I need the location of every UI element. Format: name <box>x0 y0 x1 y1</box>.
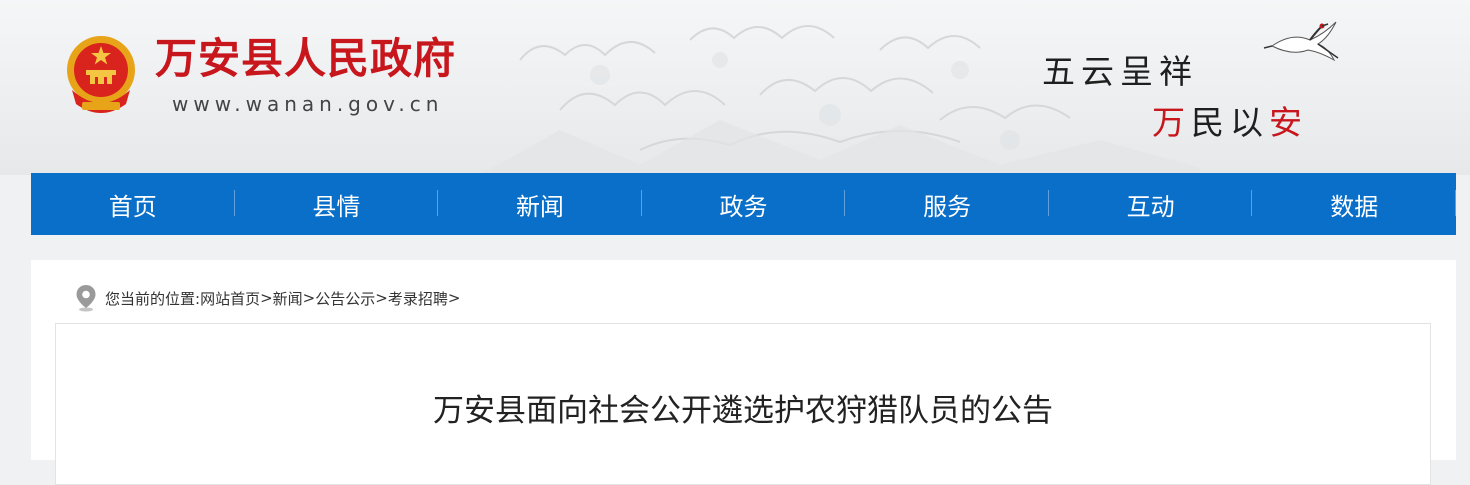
site-header: 万安县人民政府 www.wanan.gov.cn 五云呈祥 万民以安 <box>0 0 1470 175</box>
slogan-mid-chars: 民以 <box>1191 103 1269 142</box>
site-title[interactable]: 万安县人民政府 <box>155 38 456 80</box>
breadcrumb-separator: > <box>302 289 316 307</box>
breadcrumb-separator: > <box>260 289 273 307</box>
main-nav: 首页 县情 新闻 政务 服务 互动 数据 <box>31 173 1456 235</box>
cloud-landscape-background <box>480 25 1200 175</box>
location-pin-icon <box>76 285 96 312</box>
nav-item-interaction[interactable]: 互动 <box>1049 173 1253 235</box>
nav-item-home[interactable]: 首页 <box>31 173 235 235</box>
article-container: 万安县面向社会公开遴选护农狩猎队员的公告 <box>55 323 1431 485</box>
breadcrumb-item-recruitment[interactable]: 考录招聘 <box>388 288 448 309</box>
nav-item-services[interactable]: 服务 <box>845 173 1049 235</box>
slogan-line-2: 万民以安 <box>1152 106 1308 139</box>
breadcrumb-separator: > <box>447 289 461 307</box>
nav-item-government-affairs[interactable]: 政务 <box>642 173 846 235</box>
breadcrumb-prefix: 您当前的位置: <box>105 289 201 308</box>
content-area: 您当前的位置: 网站首页 > 新闻 > 公告公示 > 考录招聘 > 万安县面向社… <box>31 260 1456 485</box>
breadcrumb-item-home[interactable]: 网站首页 <box>200 288 260 309</box>
site-url: www.wanan.gov.cn <box>172 92 444 116</box>
nav-item-county-info[interactable]: 县情 <box>235 173 439 235</box>
national-emblem-icon <box>67 36 135 113</box>
breadcrumb-item-announcements[interactable]: 公告公示 <box>315 288 375 309</box>
slogan-line-1: 五云呈祥 <box>1042 52 1198 91</box>
slogan-red-char-2: 安 <box>1269 103 1308 142</box>
crane-icon <box>1263 21 1339 62</box>
article-title: 万安县面向社会公开遴选护农狩猎队员的公告 <box>433 393 1053 429</box>
slogan-red-char-1: 万 <box>1152 103 1191 142</box>
nav-item-data[interactable]: 数据 <box>1252 173 1456 235</box>
nav-item-news[interactable]: 新闻 <box>438 173 642 235</box>
breadcrumb: 您当前的位置: 网站首页 > 新闻 > 公告公示 > 考录招聘 > <box>75 283 460 313</box>
breadcrumb-item-news[interactable]: 新闻 <box>273 288 303 309</box>
breadcrumb-separator: > <box>375 289 388 307</box>
